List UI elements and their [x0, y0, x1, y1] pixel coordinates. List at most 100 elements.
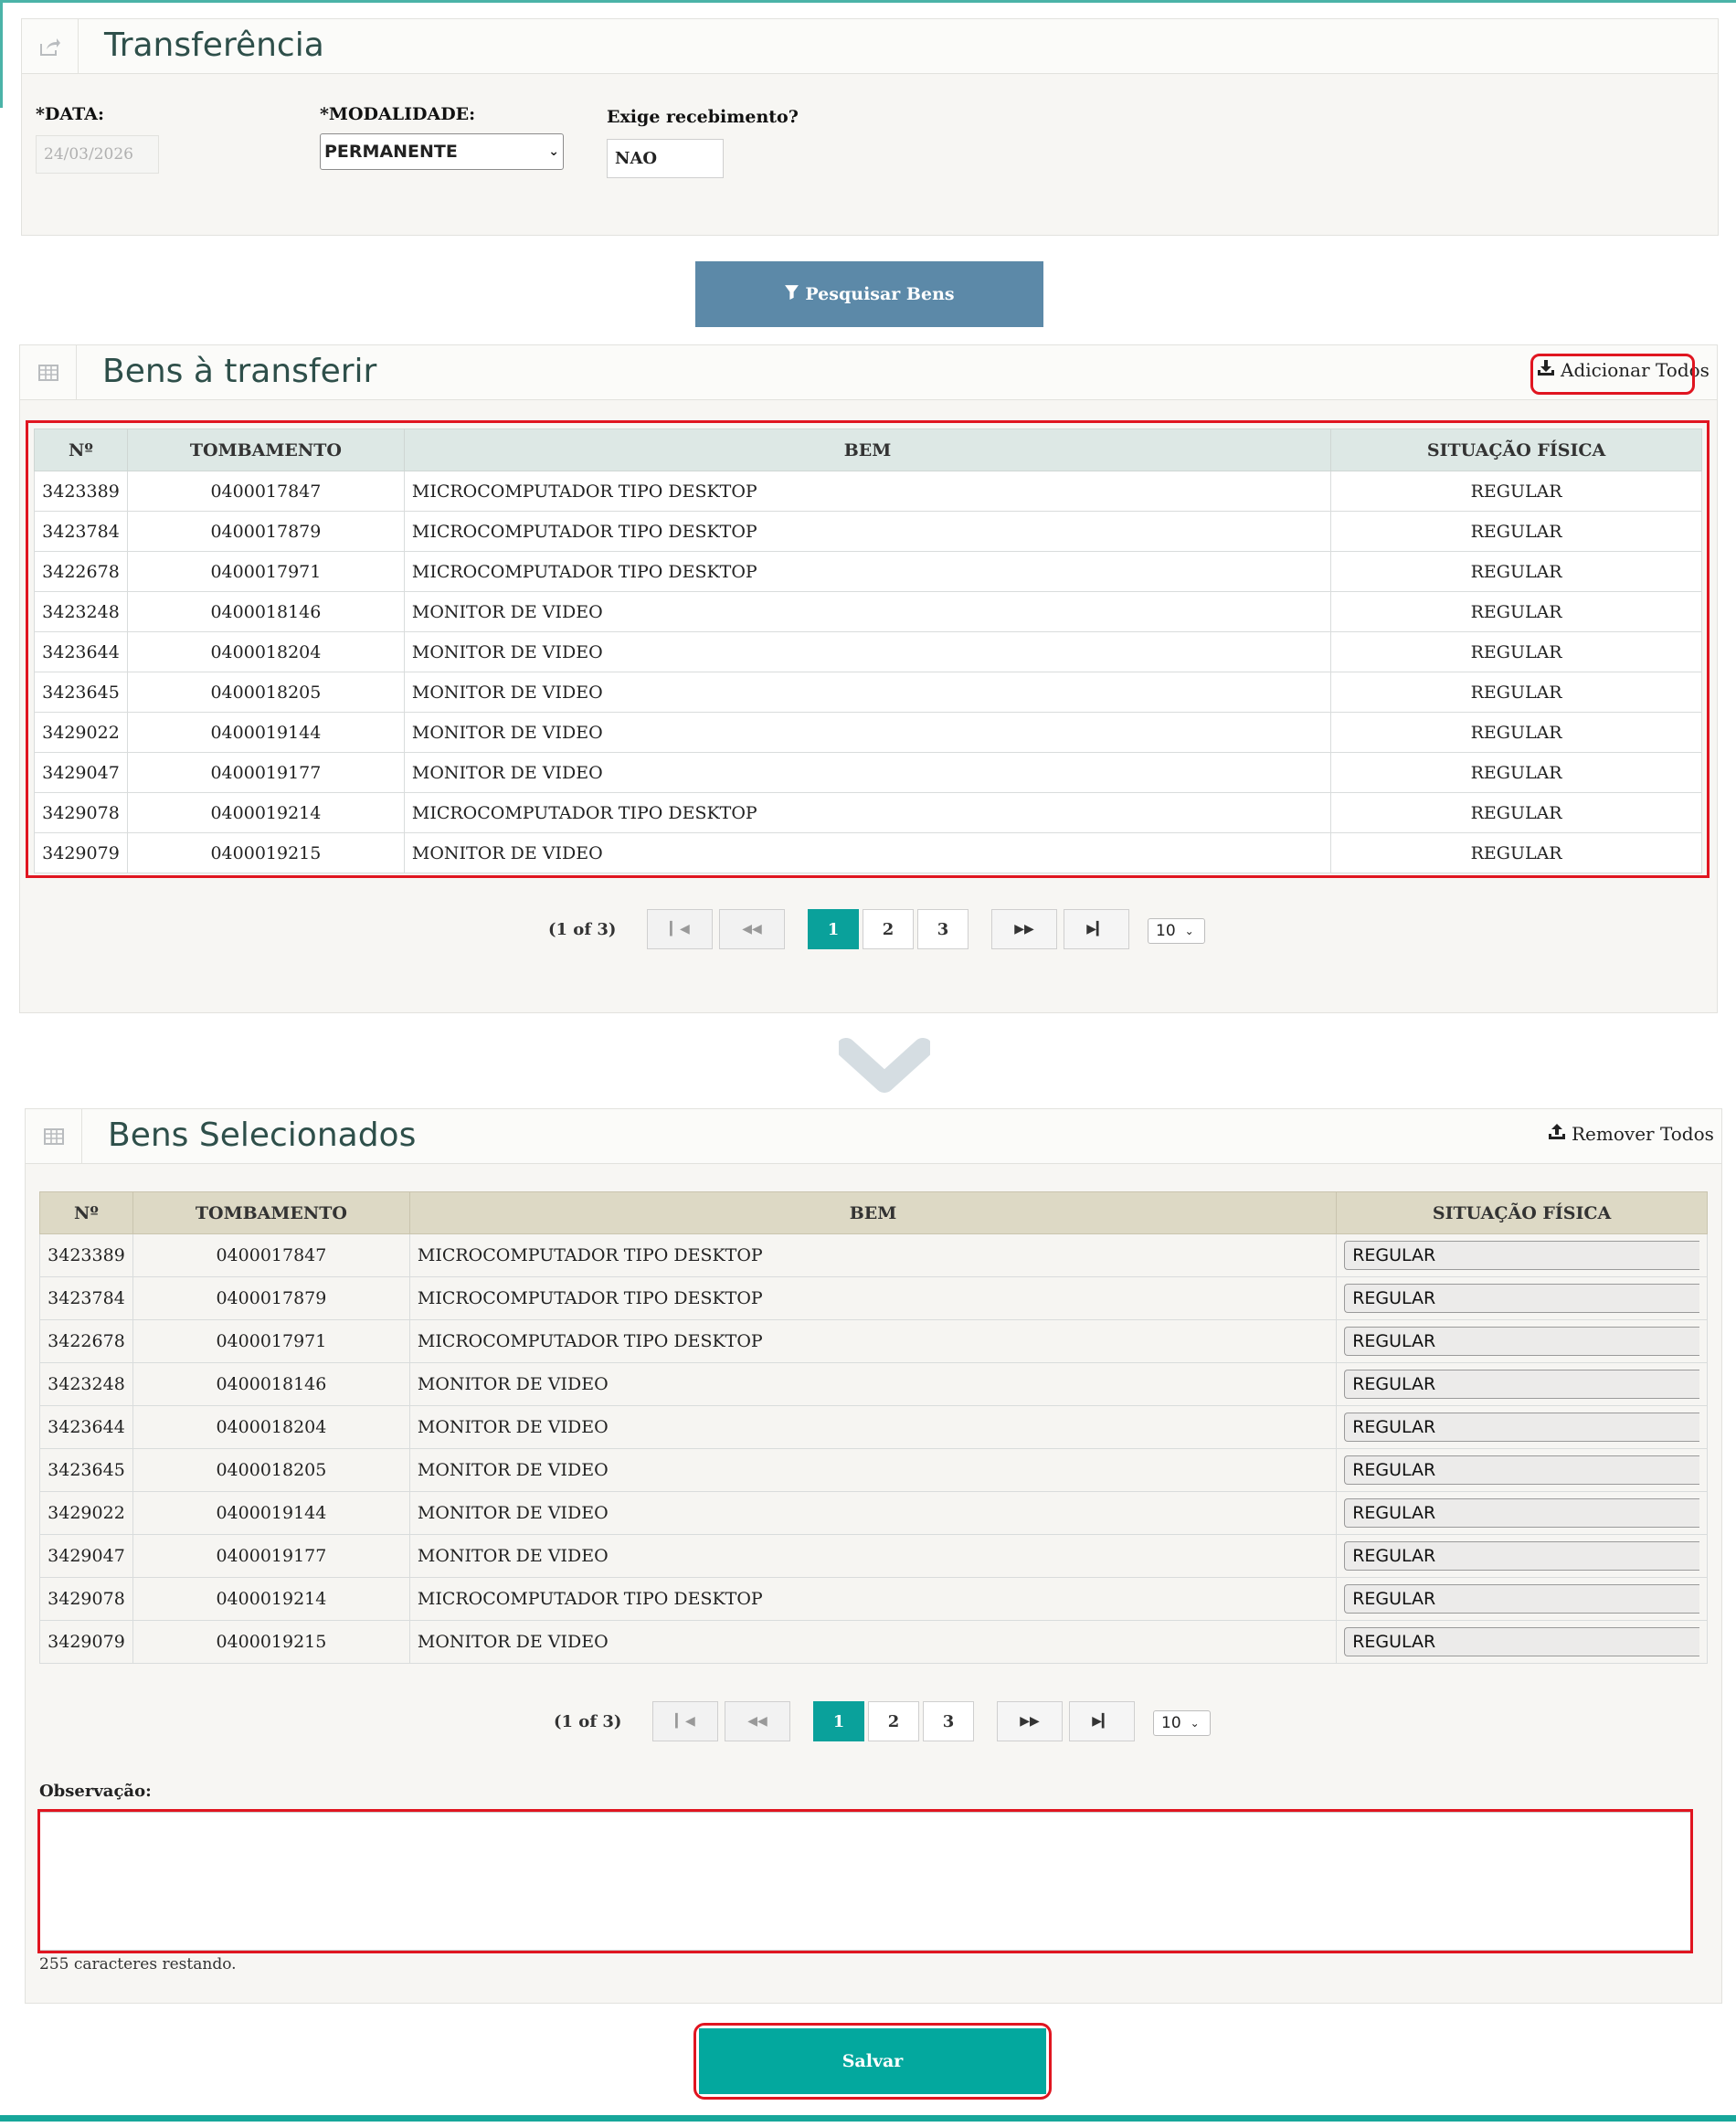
- chevron-down-icon: ⌄: [1184, 925, 1194, 937]
- table-row[interactable]: 3422678 0400017971 MICROCOMPUTADOR TIPO DE…: [39, 1319, 1708, 1363]
- add-all-highlight: [1530, 354, 1695, 395]
- next-page-button[interactable]: ▶▶: [991, 909, 1057, 949]
- cell-bem: MONITOR DE VIDEO: [408, 1620, 1338, 1664]
- table-icon: [20, 345, 77, 400]
- last-page-button[interactable]: ▶▎: [1064, 909, 1129, 949]
- left-accent-line: [0, 0, 3, 108]
- cell-bem: MONITOR DE VIDEO: [408, 1491, 1338, 1535]
- situacao-select[interactable]: REGULAR: [1344, 1284, 1699, 1313]
- page-1-button[interactable]: 1: [808, 909, 859, 949]
- cell-situacao: REGULAR: [1336, 1319, 1708, 1363]
- cell-bem: MICROCOMPUTADOR TIPO DESKTOP: [408, 1276, 1338, 1320]
- table-row[interactable]: 3423389 0400017847 MICROCOMPUTADOR TIPO DE…: [39, 1233, 1708, 1277]
- observacao-highlight: [37, 1809, 1693, 1953]
- available-table-highlight: [26, 420, 1710, 878]
- table-row[interactable]: 3423644 0400018204 MONITOR DE VIDEO REGULAR: [39, 1405, 1708, 1449]
- cell-bem: MONITOR DE VIDEO: [408, 1362, 1338, 1406]
- cell-bem: MONITOR DE VIDEO: [408, 1448, 1338, 1492]
- selected-pager: (1 of 3) ▎◀ ◀◀ 1 2 3 ▶▶ ▶▎ 10 ⌄: [0, 1701, 1736, 1741]
- cell-tombamento: 0400019215: [132, 1620, 410, 1664]
- prev-page-button[interactable]: ◀◀: [719, 909, 785, 949]
- cell-bem: MICROCOMPUTADOR TIPO DESKTOP: [408, 1233, 1338, 1277]
- first-page-button[interactable]: ▎◀: [652, 1701, 718, 1741]
- page-2-button[interactable]: 2: [868, 1701, 919, 1741]
- page-size-select[interactable]: 10 ⌄: [1153, 1710, 1211, 1736]
- modalidade-select[interactable]: PERMANENTE ⌄: [320, 133, 564, 170]
- search-goods-button[interactable]: Pesquisar Bens: [695, 261, 1043, 327]
- save-button-highlight: [693, 2023, 1052, 2100]
- column-header-tombamento[interactable]: TOMBAMENTO: [132, 1191, 410, 1234]
- cell-tombamento: 0400017879: [132, 1276, 410, 1320]
- transfer-panel-header: Transferência: [22, 19, 1718, 74]
- cell-numero: 3429022: [39, 1491, 133, 1535]
- cell-bem: MICROCOMPUTADOR TIPO DESKTOP: [408, 1319, 1338, 1363]
- first-page-button[interactable]: ▎◀: [647, 909, 713, 949]
- next-page-button[interactable]: ▶▶: [997, 1701, 1063, 1741]
- modalidade-value: PERMANENTE: [324, 142, 458, 162]
- situacao-select[interactable]: REGULAR: [1344, 1584, 1699, 1614]
- cell-situacao: REGULAR: [1336, 1577, 1708, 1621]
- cell-tombamento: 0400017847: [132, 1233, 410, 1277]
- available-goods-header: Bens à transferir: [20, 345, 1717, 400]
- transfer-panel: Transferência: [21, 18, 1719, 236]
- chevron-down-icon: ⌄: [1190, 1717, 1200, 1730]
- page-1-button[interactable]: 1: [813, 1701, 864, 1741]
- bottom-accent-line: [0, 2115, 1736, 2122]
- remove-all-label: Remover Todos: [1572, 1123, 1714, 1145]
- search-goods-label: Pesquisar Bens: [805, 284, 955, 304]
- data-label: *DATA:: [36, 104, 104, 124]
- data-input[interactable]: 24/03/2026: [36, 135, 159, 174]
- table-row[interactable]: 3423248 0400018146 MONITOR DE VIDEO REGULAR: [39, 1362, 1708, 1406]
- table-row[interactable]: 3429079 0400019215 MONITOR DE VIDEO REGULAR: [39, 1620, 1708, 1664]
- page-3-button[interactable]: 3: [917, 909, 969, 949]
- table-row[interactable]: 3423784 0400017879 MICROCOMPUTADOR TIPO DE…: [39, 1276, 1708, 1320]
- cell-situacao: REGULAR: [1336, 1405, 1708, 1449]
- cell-tombamento: 0400018205: [132, 1448, 410, 1492]
- situacao-select[interactable]: REGULAR: [1344, 1498, 1699, 1528]
- table-row[interactable]: 3429022 0400019144 MONITOR DE VIDEO REGULAR: [39, 1491, 1708, 1535]
- table-row[interactable]: 3429078 0400019214 MICROCOMPUTADOR TIPO DE…: [39, 1577, 1708, 1621]
- exige-recebimento-field: NAO: [607, 139, 724, 178]
- cell-situacao: REGULAR: [1336, 1276, 1708, 1320]
- page-size-value: 10: [1161, 1714, 1181, 1732]
- share-icon: [22, 19, 79, 74]
- cell-numero: 3422678: [39, 1319, 133, 1363]
- remove-all-button[interactable]: Remover Todos: [1548, 1123, 1714, 1145]
- prev-page-button[interactable]: ◀◀: [725, 1701, 790, 1741]
- situacao-select[interactable]: REGULAR: [1344, 1541, 1699, 1571]
- column-header-bem[interactable]: BEM: [408, 1191, 1338, 1234]
- table-row[interactable]: 3429047 0400019177 MONITOR DE VIDEO REGULAR: [39, 1534, 1708, 1578]
- cell-situacao: REGULAR: [1336, 1233, 1708, 1277]
- situacao-select[interactable]: REGULAR: [1344, 1627, 1699, 1656]
- situacao-select[interactable]: REGULAR: [1344, 1455, 1699, 1485]
- cell-bem: MONITOR DE VIDEO: [408, 1534, 1338, 1578]
- modalidade-label: *MODALIDADE:: [320, 104, 476, 124]
- column-header-situacao[interactable]: SITUAÇÃO FÍSICA: [1336, 1191, 1708, 1234]
- page-info: (1 of 3): [554, 1712, 622, 1731]
- page-size-select[interactable]: 10 ⌄: [1148, 918, 1205, 944]
- chars-remaining: 255 caracteres restando.: [39, 1955, 237, 1974]
- situacao-select[interactable]: REGULAR: [1344, 1241, 1699, 1270]
- last-page-button[interactable]: ▶▎: [1069, 1701, 1135, 1741]
- page-3-button[interactable]: 3: [923, 1701, 974, 1741]
- page-2-button[interactable]: 2: [863, 909, 914, 949]
- available-pager: (1 of 3) ▎◀ ◀◀ 1 2 3 ▶▶ ▶▎ 10 ⌄: [0, 909, 1736, 949]
- cell-tombamento: 0400018204: [132, 1405, 410, 1449]
- cell-tombamento: 0400018146: [132, 1362, 410, 1406]
- cell-situacao: REGULAR: [1336, 1534, 1708, 1578]
- cell-numero: 3429078: [39, 1577, 133, 1621]
- column-header-numero[interactable]: Nº: [39, 1191, 133, 1234]
- cell-tombamento: 0400019144: [132, 1491, 410, 1535]
- page-info: (1 of 3): [548, 920, 617, 939]
- situacao-select[interactable]: REGULAR: [1344, 1370, 1699, 1399]
- situacao-select[interactable]: REGULAR: [1344, 1327, 1699, 1356]
- table-row[interactable]: 3423645 0400018205 MONITOR DE VIDEO REGULAR: [39, 1448, 1708, 1492]
- cell-situacao: REGULAR: [1336, 1620, 1708, 1664]
- cell-tombamento: 0400019177: [132, 1534, 410, 1578]
- selected-goods-title: Bens Selecionados: [108, 1116, 417, 1154]
- situacao-select[interactable]: REGULAR: [1344, 1413, 1699, 1442]
- observacao-label: Observação:: [39, 1782, 152, 1801]
- chevron-down-icon: [839, 1038, 930, 1093]
- page-title: Transferência: [104, 26, 324, 64]
- cell-numero: 3429079: [39, 1620, 133, 1664]
